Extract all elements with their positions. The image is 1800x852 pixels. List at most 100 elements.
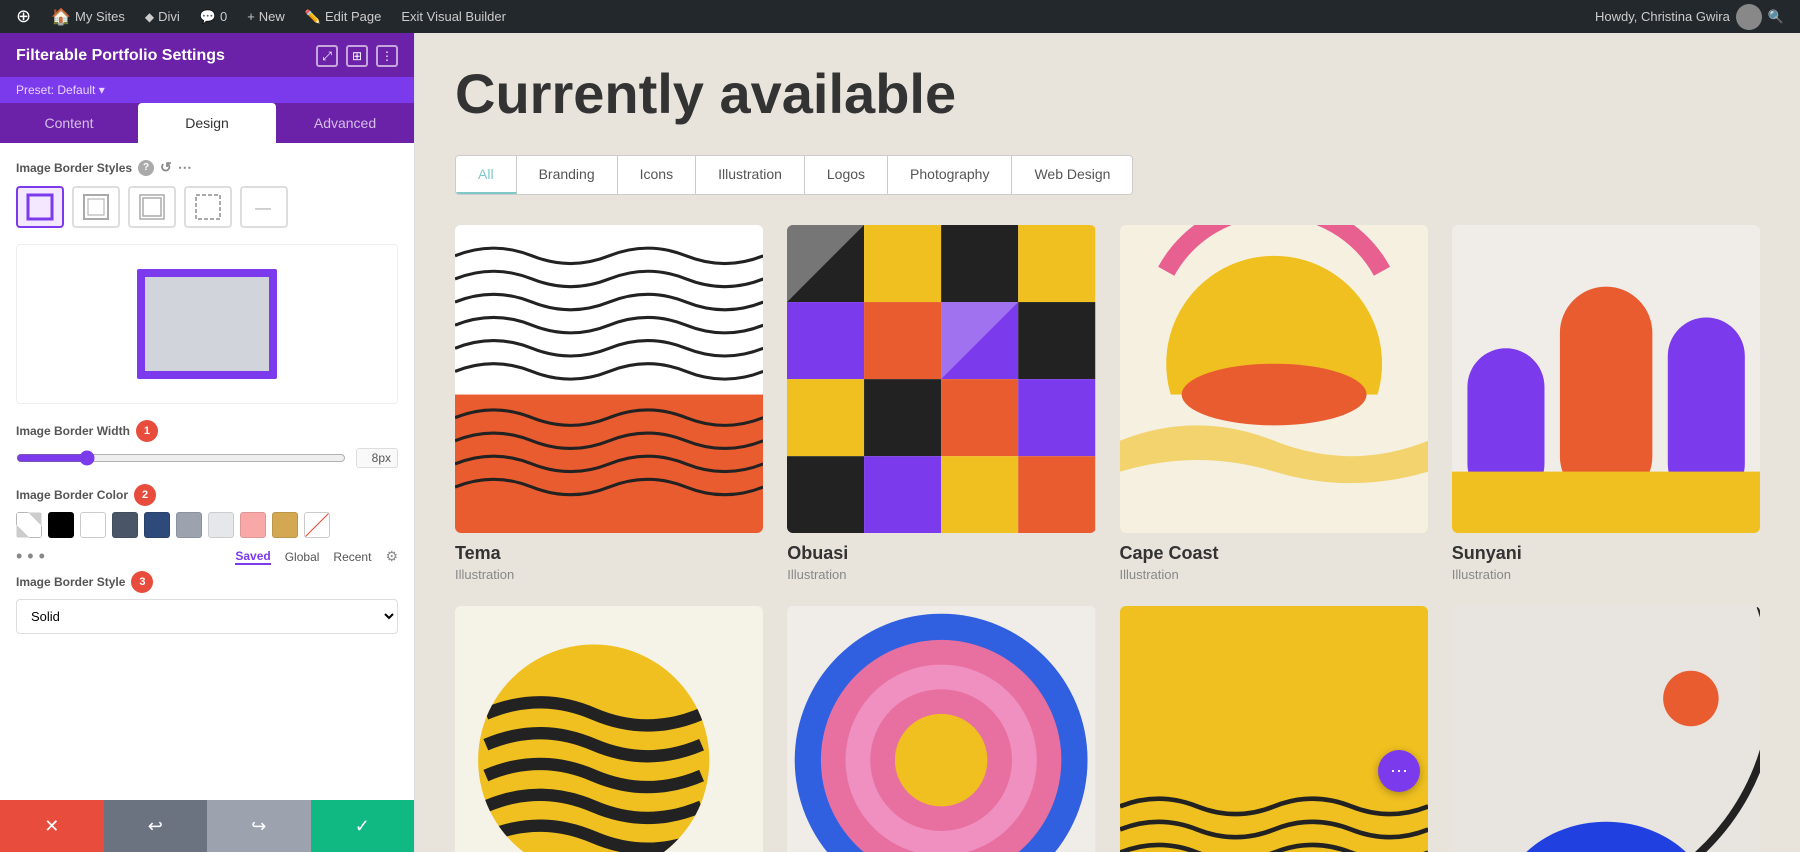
admin-bar-right: Howdy, Christina Gwira 🔍: [1587, 4, 1792, 30]
tab-design[interactable]: Design: [138, 103, 276, 143]
sidebar-tabs: Content Design Advanced: [0, 103, 414, 143]
filter-tab-all[interactable]: All: [456, 156, 517, 194]
filter-tab-illustration[interactable]: Illustration: [696, 156, 805, 194]
portfolio-grid: Tema Illustration: [455, 225, 1760, 852]
border-color-label: Image Border Color 2: [16, 484, 398, 506]
portfolio-thumb-tamale: [1452, 606, 1760, 852]
portfolio-item-takoradi[interactable]: Takoradi Illustration: [787, 606, 1095, 852]
svg-text:—: —: [255, 200, 271, 217]
wp-logo[interactable]: ⊕: [8, 0, 39, 33]
color-tab-recent[interactable]: Recent: [333, 550, 371, 564]
filter-tab-logos[interactable]: Logos: [805, 156, 888, 194]
undo-button[interactable]: ↩: [104, 800, 208, 852]
search-icon[interactable]: 🔍: [1768, 9, 1784, 25]
preset-selector[interactable]: Preset: Default ▾: [0, 77, 414, 103]
portfolio-thumb-ashaiman: [455, 606, 763, 852]
more-border-styles-icon[interactable]: ⋯: [178, 159, 192, 176]
portfolio-category-tema: Illustration: [455, 567, 763, 582]
color-swatches: [16, 512, 398, 538]
portfolio-item-tema[interactable]: Tema Illustration: [455, 225, 763, 582]
portfolio-item-sunyani[interactable]: Sunyani Illustration: [1452, 225, 1760, 582]
sidebar-header-icons: ⤢ ⊞ ⋮: [316, 45, 398, 67]
border-color-badge: 2: [134, 484, 156, 506]
portfolio-thumb-takoradi: [787, 606, 1095, 852]
border-width-value[interactable]: 8px: [356, 448, 398, 468]
border-option-solid[interactable]: [16, 186, 64, 228]
reset-border-styles-icon[interactable]: ↺: [160, 159, 172, 176]
border-option-double[interactable]: [128, 186, 176, 228]
color-more-dots[interactable]: • • •: [16, 546, 45, 567]
border-color-section: Image Border Color 2 • • •: [16, 484, 398, 567]
swatch-transparent[interactable]: [16, 512, 42, 538]
swatch-lightgray[interactable]: [208, 512, 234, 538]
portfolio-item-sekondi[interactable]: Sekondi Illustration: [1120, 606, 1428, 852]
border-width-slider-row: 8px: [16, 448, 398, 468]
swatch-gold[interactable]: [272, 512, 298, 538]
border-style-options: —: [16, 186, 398, 228]
portfolio-item-tamale[interactable]: Tamale Illustration: [1452, 606, 1760, 852]
border-width-section: Image Border Width 1 8px: [16, 420, 398, 468]
portfolio-title-sunyani: Sunyani: [1452, 543, 1760, 564]
portfolio-item-obuasi[interactable]: Obuasi Illustration: [787, 225, 1095, 582]
border-style-badge: 3: [131, 571, 153, 593]
user-greeting[interactable]: Howdy, Christina Gwira 🔍: [1587, 4, 1792, 30]
portfolio-category-cape-coast: Illustration: [1120, 567, 1428, 582]
grid-icon[interactable]: ⊞: [346, 45, 368, 67]
border-styles-label: Image Border Styles ? ↺ ⋯: [16, 159, 398, 176]
swatch-navy[interactable]: [144, 512, 170, 538]
swatch-darkgray[interactable]: [112, 512, 138, 538]
filter-tab-webdesign[interactable]: Web Design: [1012, 156, 1132, 194]
preview-box: [16, 244, 398, 404]
portfolio-item-ashaiman[interactable]: Ashaiman Illustration: [455, 606, 763, 852]
close-button[interactable]: ✕: [0, 800, 104, 852]
main-layout: Filterable Portfolio Settings ⤢ ⊞ ⋮ Pres…: [0, 33, 1800, 852]
border-option-dashed[interactable]: [184, 186, 232, 228]
portfolio-title-obuasi: Obuasi: [787, 543, 1095, 564]
portfolio-title-tema: Tema: [455, 543, 763, 564]
filter-tab-icons[interactable]: Icons: [618, 156, 696, 194]
portfolio-title-cape-coast: Cape Coast: [1120, 543, 1428, 564]
comments-link[interactable]: 💬 0: [192, 0, 235, 33]
edit-page-button[interactable]: ✏️ Edit Page: [297, 0, 390, 33]
border-style-label: Image Border Style 3: [16, 571, 398, 593]
portfolio-thumb-obuasi: [787, 225, 1095, 533]
color-settings-icon[interactable]: ⚙: [385, 548, 398, 565]
color-tab-saved[interactable]: Saved: [235, 549, 270, 565]
sidebar-title: Filterable Portfolio Settings: [16, 47, 308, 65]
swatch-pink[interactable]: [240, 512, 266, 538]
floating-more-button[interactable]: ⋯: [1378, 750, 1420, 792]
border-option-none[interactable]: —: [240, 186, 288, 228]
bottom-toolbar: ✕ ↩ ↪ ✓: [0, 800, 414, 852]
color-tab-global[interactable]: Global: [285, 550, 320, 564]
my-sites[interactable]: 🏠 My Sites: [43, 0, 133, 33]
portfolio-item-cape-coast[interactable]: Cape Coast Illustration: [1120, 225, 1428, 582]
tab-content[interactable]: Content: [0, 103, 138, 143]
exit-visual-builder-button[interactable]: Exit Visual Builder: [393, 0, 514, 33]
border-width-label: Image Border Width 1: [16, 420, 398, 442]
expand-icon[interactable]: ⤢: [316, 45, 338, 67]
help-icon[interactable]: ?: [138, 160, 154, 176]
border-option-inner[interactable]: [72, 186, 120, 228]
portfolio-thumb-sunyani: [1452, 225, 1760, 533]
content-area: Currently available All Branding Icons I…: [415, 33, 1800, 852]
swatch-black[interactable]: [48, 512, 74, 538]
panel-content: Image Border Styles ? ↺ ⋯ —: [0, 143, 414, 800]
save-button[interactable]: ✓: [311, 800, 415, 852]
swatch-gray[interactable]: [176, 512, 202, 538]
page-heading: Currently available: [455, 63, 1760, 125]
portfolio-thumb-cape-coast: [1120, 225, 1428, 533]
tab-advanced[interactable]: Advanced: [276, 103, 414, 143]
admin-bar: ⊕ 🏠 My Sites ◆ Divi 💬 0 + New ✏️ Edit Pa…: [0, 0, 1800, 33]
swatch-red-diagonal[interactable]: [304, 512, 330, 538]
divi-menu[interactable]: ◆ Divi: [137, 0, 188, 33]
redo-button[interactable]: ↪: [207, 800, 311, 852]
portfolio-category-obuasi: Illustration: [787, 567, 1095, 582]
filter-tab-branding[interactable]: Branding: [517, 156, 618, 194]
border-width-slider[interactable]: [16, 450, 346, 466]
border-style-select[interactable]: None Solid Dashed Dotted Double: [16, 599, 398, 634]
more-options-icon[interactable]: ⋮: [376, 45, 398, 67]
swatch-white[interactable]: [80, 512, 106, 538]
filter-tab-photography[interactable]: Photography: [888, 156, 1012, 194]
new-button[interactable]: + New: [239, 0, 293, 33]
portfolio-thumb-sekondi: [1120, 606, 1428, 852]
